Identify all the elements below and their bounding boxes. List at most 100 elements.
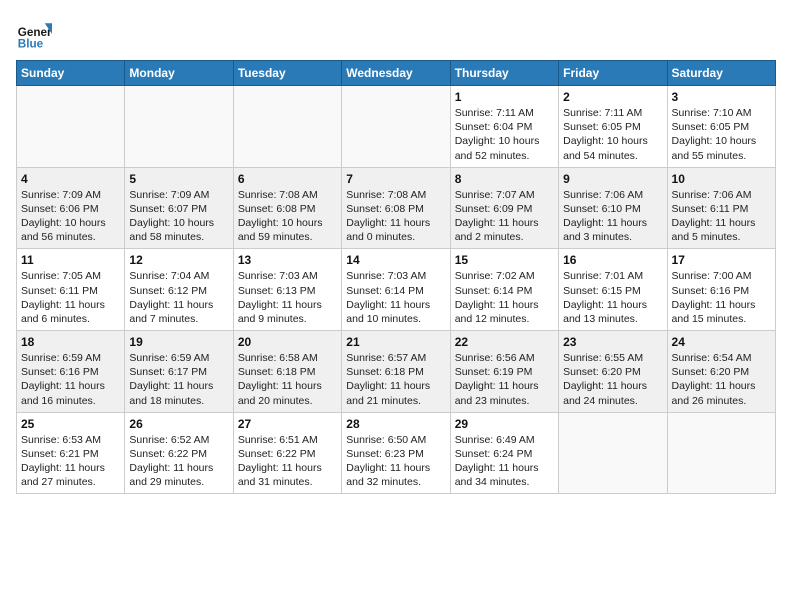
calendar-day: 15Sunrise: 7:02 AM Sunset: 6:14 PM Dayli…	[450, 249, 558, 331]
calendar-header-thursday: Thursday	[450, 61, 558, 86]
day-number: 27	[238, 417, 337, 431]
day-number: 18	[21, 335, 120, 349]
day-info: Sunrise: 6:56 AM Sunset: 6:19 PM Dayligh…	[455, 351, 554, 408]
calendar-header-row: SundayMondayTuesdayWednesdayThursdayFrid…	[17, 61, 776, 86]
calendar-day	[667, 412, 775, 494]
calendar-week-row: 4 Sunrise: 7:09 AM Sunset: 6:06 PM Daylig…	[17, 167, 776, 249]
calendar-day: 5 Sunrise: 7:09 AM Sunset: 6:07 PM Daylig…	[125, 167, 233, 249]
day-info: Sunrise: 6:54 AM Sunset: 6:20 PM Dayligh…	[672, 351, 771, 408]
day-number: 29	[455, 417, 554, 431]
calendar-day: 1 Sunrise: 7:11 AM Sunset: 6:04 PM Daylig…	[450, 86, 558, 168]
calendar-day: 9 Sunrise: 7:06 AM Sunset: 6:10 PM Daylig…	[559, 167, 667, 249]
day-number: 23	[563, 335, 662, 349]
calendar-day: 27 Sunrise: 6:51 AM Sunset: 6:22 PM Dayli…	[233, 412, 341, 494]
day-info: Sunrise: 7:09 AM Sunset: 6:06 PM Dayligh…	[21, 188, 120, 245]
day-number: 25	[21, 417, 120, 431]
calendar-day: 25 Sunrise: 6:53 AM Sunset: 6:21 PM Dayli…	[17, 412, 125, 494]
calendar-day	[559, 412, 667, 494]
calendar-header-wednesday: Wednesday	[342, 61, 450, 86]
calendar-day: 28Sunrise: 6:50 AM Sunset: 6:23 PM Dayli…	[342, 412, 450, 494]
calendar-day: 12 Sunrise: 7:04 AM Sunset: 6:12 PM Dayli…	[125, 249, 233, 331]
day-info: Sunrise: 7:02 AM Sunset: 6:14 PM Dayligh…	[455, 269, 554, 326]
calendar-day: 23 Sunrise: 6:55 AM Sunset: 6:20 PM Dayli…	[559, 331, 667, 413]
calendar-day: 19 Sunrise: 6:59 AM Sunset: 6:17 PM Dayli…	[125, 331, 233, 413]
calendar-day: 13 Sunrise: 7:03 AM Sunset: 6:13 PM Dayli…	[233, 249, 341, 331]
calendar-header-friday: Friday	[559, 61, 667, 86]
day-info: Sunrise: 7:08 AM Sunset: 6:08 PM Dayligh…	[238, 188, 337, 245]
day-number: 20	[238, 335, 337, 349]
day-info: Sunrise: 7:06 AM Sunset: 6:10 PM Dayligh…	[563, 188, 662, 245]
calendar-day	[125, 86, 233, 168]
day-number: 13	[238, 253, 337, 267]
day-info: Sunrise: 7:04 AM Sunset: 6:12 PM Dayligh…	[129, 269, 228, 326]
day-number: 19	[129, 335, 228, 349]
day-info: Sunrise: 7:05 AM Sunset: 6:11 PM Dayligh…	[21, 269, 120, 326]
day-info: Sunrise: 7:09 AM Sunset: 6:07 PM Dayligh…	[129, 188, 228, 245]
day-number: 6	[238, 172, 337, 186]
calendar-day	[17, 86, 125, 168]
day-info: Sunrise: 6:57 AM Sunset: 6:18 PM Dayligh…	[346, 351, 445, 408]
calendar-day	[233, 86, 341, 168]
calendar-header-tuesday: Tuesday	[233, 61, 341, 86]
calendar-table: SundayMondayTuesdayWednesdayThursdayFrid…	[16, 60, 776, 494]
calendar-day: 20 Sunrise: 6:58 AM Sunset: 6:18 PM Dayli…	[233, 331, 341, 413]
day-info: Sunrise: 7:11 AM Sunset: 6:05 PM Dayligh…	[563, 106, 662, 163]
day-number: 1	[455, 90, 554, 104]
calendar-week-row: 25 Sunrise: 6:53 AM Sunset: 6:21 PM Dayli…	[17, 412, 776, 494]
calendar-day: 21Sunrise: 6:57 AM Sunset: 6:18 PM Dayli…	[342, 331, 450, 413]
calendar-day: 14 Sunrise: 7:03 AM Sunset: 6:14 PM Dayli…	[342, 249, 450, 331]
calendar-day: 18 Sunrise: 6:59 AM Sunset: 6:16 PM Dayli…	[17, 331, 125, 413]
day-info: Sunrise: 7:07 AM Sunset: 6:09 PM Dayligh…	[455, 188, 554, 245]
day-info: Sunrise: 7:01 AM Sunset: 6:15 PM Dayligh…	[563, 269, 662, 326]
day-number: 3	[672, 90, 771, 104]
day-info: Sunrise: 6:59 AM Sunset: 6:16 PM Dayligh…	[21, 351, 120, 408]
day-number: 14	[346, 253, 445, 267]
day-info: Sunrise: 7:11 AM Sunset: 6:04 PM Dayligh…	[455, 106, 554, 163]
day-number: 7	[346, 172, 445, 186]
day-info: Sunrise: 6:55 AM Sunset: 6:20 PM Dayligh…	[563, 351, 662, 408]
calendar-day: 10 Sunrise: 7:06 AM Sunset: 6:11 PM Dayli…	[667, 167, 775, 249]
calendar-day: 2Sunrise: 7:11 AM Sunset: 6:05 PM Daylig…	[559, 86, 667, 168]
day-info: Sunrise: 6:53 AM Sunset: 6:21 PM Dayligh…	[21, 433, 120, 490]
day-info: Sunrise: 7:03 AM Sunset: 6:14 PM Dayligh…	[346, 269, 445, 326]
day-info: Sunrise: 6:50 AM Sunset: 6:23 PM Dayligh…	[346, 433, 445, 490]
calendar-day: 17 Sunrise: 7:00 AM Sunset: 6:16 PM Dayli…	[667, 249, 775, 331]
calendar-day: 4 Sunrise: 7:09 AM Sunset: 6:06 PM Daylig…	[17, 167, 125, 249]
day-info: Sunrise: 6:49 AM Sunset: 6:24 PM Dayligh…	[455, 433, 554, 490]
day-info: Sunrise: 6:52 AM Sunset: 6:22 PM Dayligh…	[129, 433, 228, 490]
calendar-week-row: 18 Sunrise: 6:59 AM Sunset: 6:16 PM Dayli…	[17, 331, 776, 413]
calendar-day: 3 Sunrise: 7:10 AM Sunset: 6:05 PM Daylig…	[667, 86, 775, 168]
day-info: Sunrise: 6:59 AM Sunset: 6:17 PM Dayligh…	[129, 351, 228, 408]
day-number: 8	[455, 172, 554, 186]
day-number: 12	[129, 253, 228, 267]
day-number: 5	[129, 172, 228, 186]
calendar-day: 29 Sunrise: 6:49 AM Sunset: 6:24 PM Dayli…	[450, 412, 558, 494]
calendar-header-sunday: Sunday	[17, 61, 125, 86]
calendar-header-monday: Monday	[125, 61, 233, 86]
day-number: 22	[455, 335, 554, 349]
day-number: 17	[672, 253, 771, 267]
day-info: Sunrise: 6:51 AM Sunset: 6:22 PM Dayligh…	[238, 433, 337, 490]
day-info: Sunrise: 7:00 AM Sunset: 6:16 PM Dayligh…	[672, 269, 771, 326]
calendar-day: 22 Sunrise: 6:56 AM Sunset: 6:19 PM Dayli…	[450, 331, 558, 413]
calendar-day: 16Sunrise: 7:01 AM Sunset: 6:15 PM Dayli…	[559, 249, 667, 331]
day-number: 9	[563, 172, 662, 186]
page-header: General Blue	[16, 16, 776, 52]
calendar-day: 24 Sunrise: 6:54 AM Sunset: 6:20 PM Dayli…	[667, 331, 775, 413]
day-number: 4	[21, 172, 120, 186]
day-info: Sunrise: 7:03 AM Sunset: 6:13 PM Dayligh…	[238, 269, 337, 326]
day-info: Sunrise: 7:06 AM Sunset: 6:11 PM Dayligh…	[672, 188, 771, 245]
logo-icon: General Blue	[16, 16, 52, 52]
day-info: Sunrise: 7:10 AM Sunset: 6:05 PM Dayligh…	[672, 106, 771, 163]
day-info: Sunrise: 6:58 AM Sunset: 6:18 PM Dayligh…	[238, 351, 337, 408]
calendar-day: 8 Sunrise: 7:07 AM Sunset: 6:09 PM Daylig…	[450, 167, 558, 249]
day-number: 26	[129, 417, 228, 431]
calendar-header-saturday: Saturday	[667, 61, 775, 86]
calendar-day: 26 Sunrise: 6:52 AM Sunset: 6:22 PM Dayli…	[125, 412, 233, 494]
svg-text:Blue: Blue	[18, 38, 44, 51]
logo: General Blue	[16, 16, 52, 52]
calendar-day: 11Sunrise: 7:05 AM Sunset: 6:11 PM Dayli…	[17, 249, 125, 331]
day-number: 24	[672, 335, 771, 349]
day-number: 10	[672, 172, 771, 186]
calendar-day: 6 Sunrise: 7:08 AM Sunset: 6:08 PM Daylig…	[233, 167, 341, 249]
